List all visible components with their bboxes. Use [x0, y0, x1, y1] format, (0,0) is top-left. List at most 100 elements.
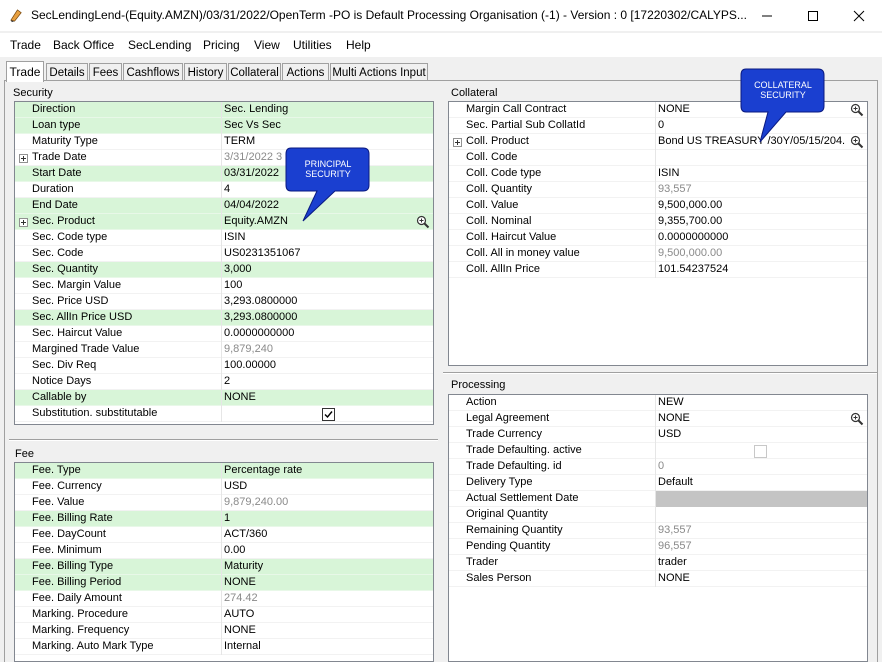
fee-row[interactable]: Marking. Procedure AUTO [15, 607, 433, 623]
tab-collateral[interactable]: Collateral [228, 63, 281, 81]
security-row-value[interactable]: NONE [224, 391, 429, 403]
collateral-row-value[interactable]: 9,500,000.00 [658, 247, 863, 259]
close-button[interactable] [836, 0, 882, 31]
maximize-button[interactable] [790, 0, 836, 31]
security-row[interactable]: Sec. AllIn Price USD 3,293.0800000 [15, 310, 433, 326]
collateral-row-value[interactable]: 9,355,700.00 [658, 215, 863, 227]
processing-row[interactable]: Delivery Type Default [449, 475, 867, 491]
security-row-value[interactable]: TERM [224, 135, 429, 147]
processing-row[interactable]: Trader trader [449, 555, 867, 571]
collateral-row[interactable]: Coll. Haircut Value 0.0000000000 [449, 230, 867, 246]
security-row[interactable]: Sec. Haircut Value 0.0000000000 [15, 326, 433, 342]
collateral-row-value[interactable]: 93,557 [658, 183, 863, 195]
collateral-row-value[interactable]: 0.0000000000 [658, 231, 863, 243]
security-row-value[interactable]: 100.00000 [224, 359, 429, 371]
security-row[interactable]: Sec. Code type ISIN [15, 230, 433, 246]
processing-row[interactable]: Original Quantity [449, 507, 867, 523]
fee-row-value[interactable]: 274.42 [224, 592, 429, 604]
fee-row-value[interactable]: Maturity [224, 560, 429, 572]
collateral-row-value[interactable]: 101.54237524 [658, 263, 863, 275]
expand-icon[interactable] [19, 154, 28, 163]
fee-row[interactable]: Fee. Type Percentage rate [15, 463, 433, 479]
processing-row-value[interactable]: Default [658, 476, 863, 488]
expand-icon[interactable] [453, 138, 462, 147]
processing-row-value[interactable]: NONE [658, 572, 863, 584]
security-row[interactable]: Sec. Margin Value 100 [15, 278, 433, 294]
fee-row[interactable]: Marking. Frequency NONE [15, 623, 433, 639]
processing-row[interactable]: Pending Quantity 96,557 [449, 539, 867, 555]
security-row-value[interactable]: ISIN [224, 231, 429, 243]
fee-row-value[interactable]: NONE [224, 624, 429, 636]
zoom-icon[interactable] [850, 135, 864, 149]
fee-row-value[interactable]: 9,879,240.00 [224, 496, 429, 508]
zoom-icon[interactable] [416, 215, 430, 229]
processing-row[interactable]: Trade Currency USD [449, 427, 867, 443]
security-row-value[interactable]: 3,293.0800000 [224, 311, 429, 323]
security-row[interactable]: Substitution. substitutable [15, 406, 433, 422]
processing-row-value[interactable]: USD [658, 428, 863, 440]
tab-trade[interactable]: Trade [6, 61, 44, 82]
security-row[interactable]: Direction Sec. Lending [15, 102, 433, 118]
security-row[interactable]: Sec. Div Req 100.00000 [15, 358, 433, 374]
fee-row-value[interactable]: 0.00 [224, 544, 429, 556]
fee-row-value[interactable]: AUTO [224, 608, 429, 620]
checkbox[interactable] [322, 408, 335, 421]
fee-row[interactable]: Fee. Minimum 0.00 [15, 543, 433, 559]
processing-row[interactable]: Sales Person NONE [449, 571, 867, 587]
menu-pricing[interactable]: Pricing [203, 38, 240, 52]
checkbox[interactable] [754, 445, 767, 458]
tab-multi-actions-input[interactable]: Multi Actions Input [330, 63, 428, 81]
fee-row[interactable]: Fee. Billing Type Maturity [15, 559, 433, 575]
collateral-row-value[interactable]: 9,500,000.00 [658, 199, 863, 211]
tab-cashflows[interactable]: Cashflows [123, 63, 183, 81]
fee-row-value[interactable]: 1 [224, 512, 429, 524]
minimize-button[interactable] [744, 0, 790, 31]
fee-row-value[interactable]: Internal [224, 640, 429, 652]
security-row-value[interactable]: 2 [224, 375, 429, 387]
security-row[interactable]: Sec. Price USD 3,293.0800000 [15, 294, 433, 310]
collateral-row[interactable]: Coll. Nominal 9,355,700.00 [449, 214, 867, 230]
collateral-row[interactable]: Coll. AllIn Price 101.54237524 [449, 262, 867, 278]
security-row-value[interactable]: 3,000 [224, 263, 429, 275]
menu-help[interactable]: Help [346, 38, 371, 52]
security-row[interactable]: Sec. Code US0231351067 [15, 246, 433, 262]
processing-row-value[interactable]: 96,557 [658, 540, 863, 552]
processing-row[interactable]: Remaining Quantity 93,557 [449, 523, 867, 539]
processing-row[interactable]: Trade Defaulting. id 0 [449, 459, 867, 475]
security-row-value[interactable]: 3,293.0800000 [224, 295, 429, 307]
security-row[interactable]: Loan type Sec Vs Sec [15, 118, 433, 134]
collateral-row-value[interactable]: ISIN [658, 167, 863, 179]
expand-icon[interactable] [19, 218, 28, 227]
fee-row[interactable]: Fee. Currency USD [15, 479, 433, 495]
security-row-value[interactable]: 0.0000000000 [224, 327, 429, 339]
security-row-value[interactable]: Sec. Lending [224, 103, 429, 115]
menu-trade[interactable]: Trade [10, 38, 41, 52]
processing-row[interactable]: Legal Agreement NONE [449, 411, 867, 427]
fee-row[interactable]: Fee. DayCount ACT/360 [15, 527, 433, 543]
processing-row-value[interactable]: NONE [658, 412, 846, 424]
security-row-value[interactable]: Sec Vs Sec [224, 119, 429, 131]
zoom-icon[interactable] [850, 412, 864, 426]
tab-fees[interactable]: Fees [89, 63, 122, 81]
fee-row-value[interactable]: Percentage rate [224, 464, 429, 476]
security-row-value[interactable]: 100 [224, 279, 429, 291]
collateral-row[interactable]: Coll. Value 9,500,000.00 [449, 198, 867, 214]
security-row[interactable]: Callable by NONE [15, 390, 433, 406]
security-row[interactable]: Sec. Quantity 3,000 [15, 262, 433, 278]
fee-row-value[interactable]: USD [224, 480, 429, 492]
menu-back-office[interactable]: Back Office [53, 38, 114, 52]
tab-actions[interactable]: Actions [282, 63, 329, 81]
security-row-value[interactable]: US0231351067 [224, 247, 429, 259]
collateral-row[interactable]: Coll. All in money value 9,500,000.00 [449, 246, 867, 262]
fee-row[interactable]: Marking. Auto Mark Type Internal [15, 639, 433, 655]
collateral-row[interactable]: Coll. Quantity 93,557 [449, 182, 867, 198]
processing-row[interactable]: Trade Defaulting. active [449, 443, 867, 459]
processing-row-value[interactable]: 93,557 [658, 524, 863, 536]
tab-history[interactable]: History [184, 63, 227, 81]
fee-row[interactable]: Fee. Billing Period NONE [15, 575, 433, 591]
processing-row[interactable]: Actual Settlement Date [449, 491, 867, 507]
collateral-row[interactable]: Coll. Code type ISIN [449, 166, 867, 182]
fee-row[interactable]: Fee. Billing Rate 1 [15, 511, 433, 527]
processing-row[interactable]: Action NEW [449, 395, 867, 411]
menu-seclending[interactable]: SecLending [128, 38, 191, 52]
